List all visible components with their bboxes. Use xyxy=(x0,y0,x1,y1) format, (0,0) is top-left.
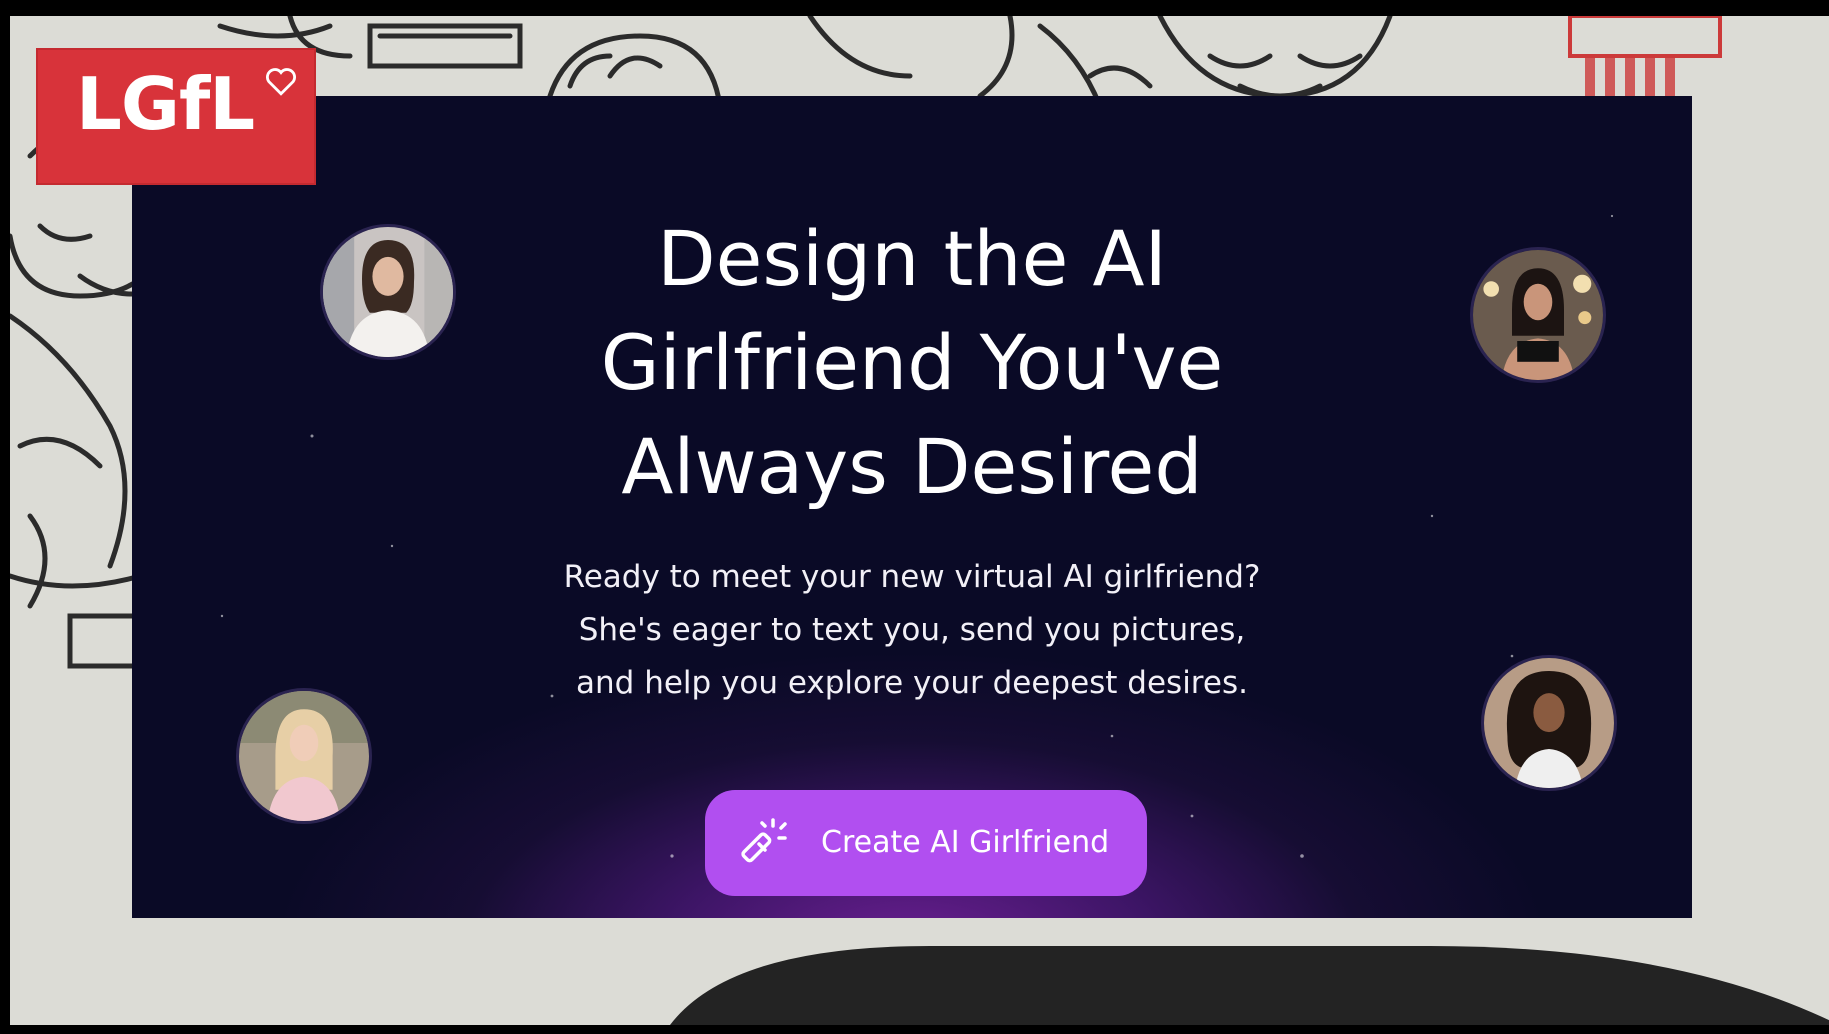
presenter-silhouette xyxy=(670,946,1829,1025)
lgfl-logo: LGfL xyxy=(36,48,316,185)
cta-label: Create AI Girlfriend xyxy=(821,825,1110,860)
girlfriend-avatar-4 xyxy=(1481,655,1617,791)
girlfriend-avatar-1 xyxy=(320,224,456,360)
hero-subtitle-line-3: and help you explore your deepest desire… xyxy=(576,665,1248,701)
girlfriend-avatar-3 xyxy=(236,688,372,824)
hero-title-line-3: Always Desired xyxy=(621,421,1203,511)
heart-icon xyxy=(266,68,296,96)
hero-panel: Design the AI Girlfriend You've Always D… xyxy=(132,96,1692,918)
hero-subtitle-line-2: She's eager to text you, send you pictur… xyxy=(578,612,1246,648)
magic-wand-icon xyxy=(741,818,787,863)
girlfriend-avatar-2 xyxy=(1470,247,1606,383)
hero-title-line-2: Girlfriend You've xyxy=(600,317,1224,407)
create-ai-girlfriend-button[interactable]: Create AI Girlfriend xyxy=(705,790,1147,896)
logo-text: LGfL xyxy=(76,62,255,146)
hero-title-line-1: Design the AI xyxy=(657,213,1167,303)
hero-subtitle: Ready to meet your new virtual AI girlfr… xyxy=(512,551,1312,710)
hero-subtitle-line-1: Ready to meet your new virtual AI girlfr… xyxy=(563,559,1261,595)
hero-title: Design the AI Girlfriend You've Always D… xyxy=(462,207,1362,519)
